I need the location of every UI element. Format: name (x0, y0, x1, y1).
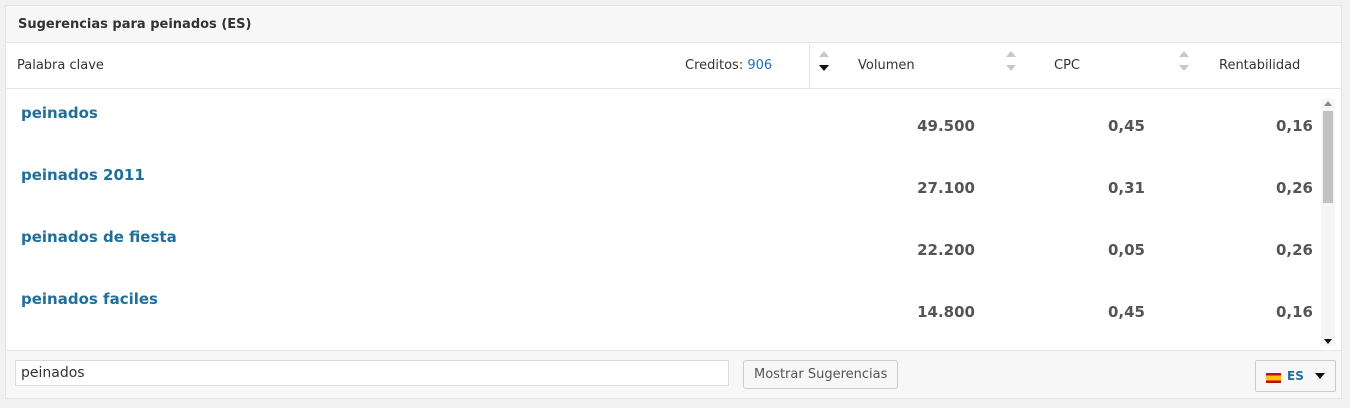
profit-value: 0,26 (1275, 179, 1313, 197)
profit-sort-icon[interactable] (1179, 51, 1191, 75)
keyword-column-header: Palabra clave (17, 58, 104, 73)
widget-title: Sugerencias para peinados (ES) (18, 17, 252, 32)
show-suggestions-button[interactable]: Mostrar Sugerencias (743, 360, 899, 389)
language-code: ES (1287, 369, 1304, 383)
keyword-search-input[interactable] (15, 360, 729, 386)
volume-sort-icon[interactable] (819, 51, 831, 75)
cpc-sort-icon[interactable] (1006, 51, 1018, 75)
profit-value: 0,16 (1275, 117, 1313, 135)
profit-value: 0,16 (1275, 303, 1313, 321)
volume-value: 27.100 (917, 179, 975, 197)
suggestions-footer: Mostrar Sugerencias ES (6, 350, 1341, 398)
scroll-up-icon[interactable] (1324, 101, 1332, 106)
flag-spain-icon (1266, 373, 1281, 383)
language-dropdown[interactable]: ES (1255, 360, 1336, 392)
cpc-column-header[interactable]: CPC (1054, 58, 1080, 73)
profit-column-header[interactable]: Rentabilidad (1219, 58, 1300, 73)
cpc-value: 0,45 (1107, 303, 1145, 321)
results-scrollbar[interactable] (1321, 99, 1335, 346)
volume-value: 49.500 (917, 117, 975, 135)
keyword-link[interactable]: peinados faciles (21, 290, 158, 308)
keyword-link[interactable]: peinados (21, 104, 98, 122)
table-header: Palabra clave Creditos: 906 Volumen CPC … (6, 43, 1341, 89)
credits-text: Creditos: (685, 58, 744, 73)
keyword-link[interactable]: peinados 2011 (21, 166, 145, 184)
widget-title-bar: Sugerencias para peinados (ES) (6, 6, 1341, 43)
credits-value: 906 (747, 58, 773, 73)
keyword-link[interactable]: peinados de fiesta (21, 228, 177, 246)
table-row: peinados 2011 27.100 0,31 0,26 (6, 151, 1321, 213)
header-divider (809, 43, 810, 88)
cpc-value: 0,45 (1107, 117, 1145, 135)
profit-value: 0,26 (1275, 241, 1313, 259)
suggestions-widget: Sugerencias para peinados (ES) Palabra c… (5, 5, 1342, 399)
cpc-value: 0,31 (1107, 179, 1145, 197)
volume-column-header[interactable]: Volumen (858, 58, 915, 73)
table-row: peinados de fiesta 22.200 0,05 0,26 (6, 213, 1321, 275)
scrollbar-thumb[interactable] (1323, 111, 1333, 203)
table-row: peinados 49.500 0,45 0,16 (6, 89, 1321, 151)
chevron-down-icon (1315, 373, 1325, 379)
scroll-down-icon[interactable] (1324, 339, 1332, 344)
credits-label: Creditos: 906 (685, 58, 772, 73)
table-row: peinados faciles 14.800 0,45 0,16 (6, 275, 1321, 337)
volume-value: 22.200 (917, 241, 975, 259)
volume-value: 14.800 (917, 303, 975, 321)
results-list: peinados 49.500 0,45 0,16 peinados 2011 … (6, 89, 1341, 352)
cpc-value: 0,05 (1107, 241, 1145, 259)
